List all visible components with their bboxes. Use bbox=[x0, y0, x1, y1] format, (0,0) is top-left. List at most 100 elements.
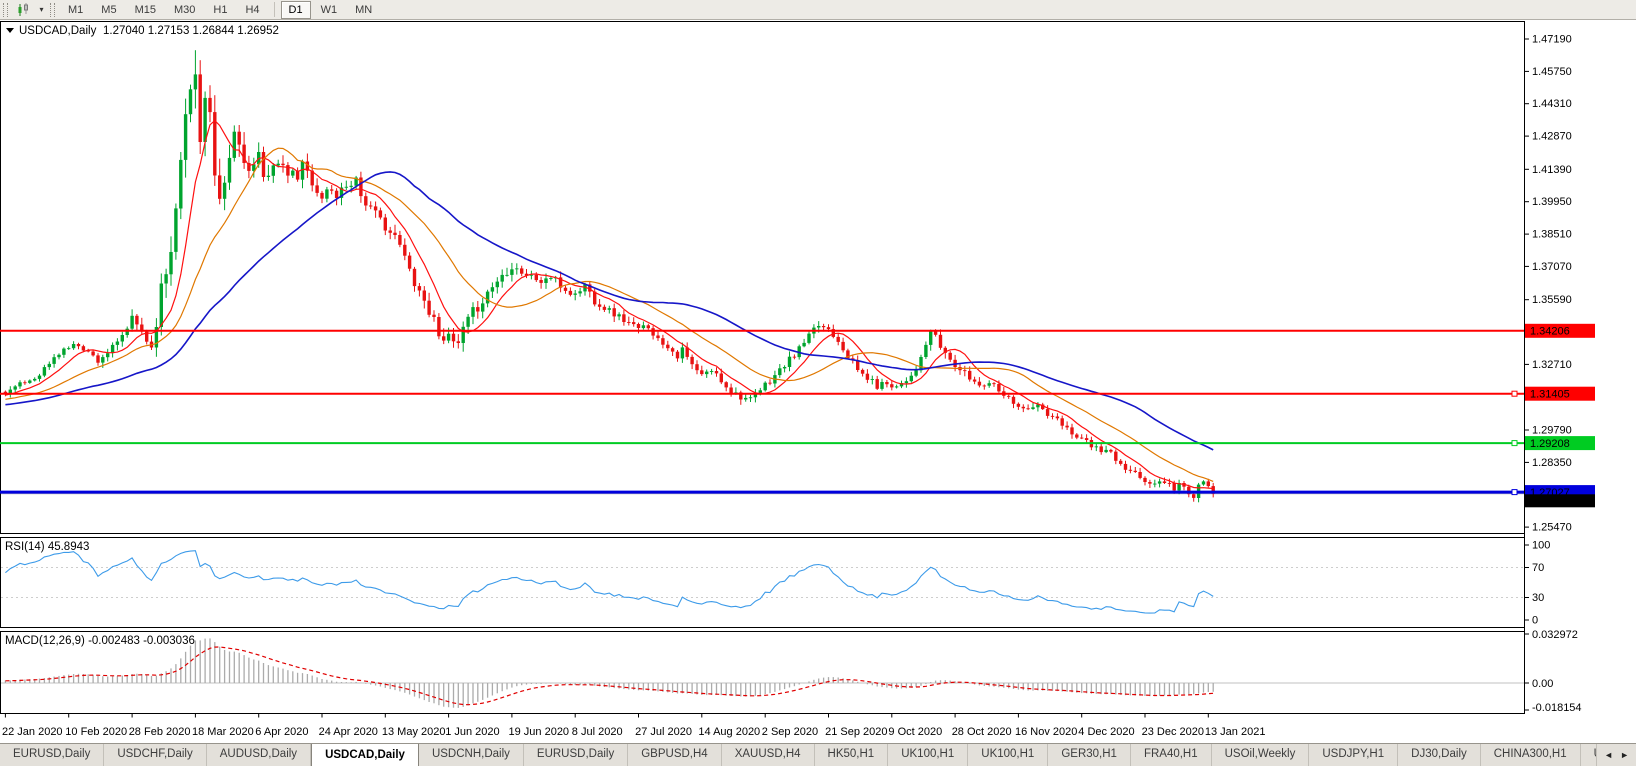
tab-eurusd-daily5[interactable]: EURUSD,Daily bbox=[524, 744, 629, 766]
candle-body bbox=[695, 364, 699, 371]
candle-body bbox=[393, 232, 397, 235]
candle-body bbox=[490, 287, 495, 292]
tab-usoil-17[interactable]: USOil, bbox=[1581, 744, 1597, 766]
timeframe-button-m5[interactable]: M5 bbox=[93, 1, 124, 19]
date-label: 4 Dec 2020 bbox=[1078, 726, 1134, 738]
candle-body bbox=[919, 357, 923, 371]
tab-fra40-h112[interactable]: FRA40,H1 bbox=[1131, 744, 1212, 766]
chart-canvas[interactable]: 1.47190 1.45750 1.44310 1.42870 1.41390 1.399… bbox=[0, 21, 1636, 743]
timeframe-button-mn[interactable]: MN bbox=[347, 1, 380, 19]
tab-usdjpy-h114[interactable]: USDJPY,H1 bbox=[1309, 744, 1399, 766]
candle-body bbox=[1026, 408, 1030, 410]
date-label: 28 Oct 2020 bbox=[952, 726, 1012, 738]
timeframe-button-m15[interactable]: M15 bbox=[127, 1, 164, 19]
candle-body bbox=[539, 280, 543, 283]
candle-body bbox=[636, 324, 641, 328]
rsi-level-label: 100 bbox=[1532, 540, 1550, 552]
candle-body bbox=[505, 274, 509, 276]
tabs-scroll-left-button[interactable]: ◄ bbox=[1604, 750, 1613, 760]
tab-audusd-daily2[interactable]: AUDUSD,Daily bbox=[207, 744, 312, 766]
candle-body bbox=[972, 379, 977, 382]
timeframe-button-d1[interactable]: D1 bbox=[280, 0, 311, 19]
candle-body bbox=[208, 97, 212, 113]
macd-axis-label: -0.018154 bbox=[1532, 702, 1582, 714]
toolbar-grip-2[interactable] bbox=[50, 2, 55, 17]
timeframe-button-h4[interactable]: H4 bbox=[237, 1, 267, 19]
tab-hk50-h18[interactable]: HK50,H1 bbox=[815, 744, 889, 766]
candle-body bbox=[466, 316, 470, 327]
timeframe-button-w1[interactable]: W1 bbox=[313, 1, 346, 19]
candle-body bbox=[373, 206, 378, 211]
main-chart-pane[interactable] bbox=[0, 21, 1525, 534]
timeframe-button-m30[interactable]: M30 bbox=[166, 1, 203, 19]
candle-body bbox=[261, 152, 266, 177]
candle-body bbox=[369, 205, 373, 207]
candle-body bbox=[218, 175, 222, 199]
candle-body bbox=[865, 373, 870, 380]
tab-scroll-controls: ◄ ► bbox=[1596, 744, 1636, 766]
tab-ger30-h111[interactable]: GER30,H1 bbox=[1048, 744, 1131, 766]
price-tick-label: 1.44310 bbox=[1532, 98, 1572, 110]
date-label: 8 Jul 2020 bbox=[572, 726, 623, 738]
candle-body bbox=[763, 382, 767, 391]
chart-mode-dropdown-caret[interactable]: ▾ bbox=[36, 1, 47, 18]
tab-uk100-h19[interactable]: UK100,H1 bbox=[888, 744, 969, 766]
tab-usdcnh-daily4[interactable]: USDCNH,Daily bbox=[419, 744, 524, 766]
tab-eurusd-daily0[interactable]: EURUSD,Daily bbox=[0, 744, 105, 766]
tab-dj30-daily15[interactable]: DJ30,Daily bbox=[1398, 744, 1481, 766]
hline-handle-1.27027[interactable] bbox=[1511, 489, 1518, 496]
price-tick-label: 1.38510 bbox=[1532, 229, 1572, 241]
candle-body bbox=[47, 363, 51, 368]
price-tick-label: 1.28350 bbox=[1532, 457, 1572, 469]
candle-body bbox=[836, 336, 840, 342]
tab-xauusd-h47[interactable]: XAUUSD,H4 bbox=[722, 744, 815, 766]
candle-body bbox=[632, 322, 636, 325]
candle-body bbox=[782, 367, 787, 369]
candle-body bbox=[407, 255, 412, 269]
date-label: 2 Sep 2020 bbox=[762, 726, 818, 738]
candle-body bbox=[183, 114, 188, 160]
candle-body bbox=[1128, 469, 1133, 471]
candle-body bbox=[890, 384, 894, 388]
candle-body bbox=[748, 397, 753, 399]
tab-gbpusd-h46[interactable]: GBPUSD,H4 bbox=[628, 744, 722, 766]
tabs-scroll-right-button[interactable]: ► bbox=[1620, 750, 1629, 760]
tab-usdcad-daily3[interactable]: USDCAD,Daily bbox=[311, 744, 419, 766]
chart-title-symbol: USDCAD,Daily bbox=[19, 25, 97, 37]
tab-china300-h116[interactable]: CHINA300,H1 bbox=[1481, 744, 1581, 766]
candle-body bbox=[729, 387, 733, 393]
candle-body bbox=[690, 356, 694, 365]
candle-body bbox=[291, 170, 295, 176]
candle-body bbox=[203, 97, 207, 142]
timeframe-button-m1[interactable]: M1 bbox=[60, 1, 91, 19]
price-tick-label: 1.42870 bbox=[1532, 131, 1572, 143]
candle-body bbox=[1045, 409, 1050, 416]
candle-body bbox=[968, 370, 972, 380]
hline-handle-1.31405[interactable] bbox=[1511, 390, 1518, 397]
toolbar-grip[interactable] bbox=[3, 2, 8, 17]
candle-body bbox=[666, 344, 670, 349]
candle-body bbox=[125, 328, 129, 335]
rsi-pane[interactable] bbox=[0, 537, 1525, 628]
candle-body bbox=[135, 315, 139, 325]
candle-body bbox=[880, 382, 884, 389]
candle-body bbox=[1065, 425, 1069, 428]
rsi-level-label: 30 bbox=[1532, 592, 1544, 604]
candle-body bbox=[875, 379, 879, 389]
price-tick-label: 1.37070 bbox=[1532, 261, 1572, 273]
candle-body bbox=[929, 331, 933, 345]
candle-body bbox=[661, 338, 665, 345]
candlestick-chart-icon[interactable] bbox=[12, 0, 36, 19]
tab-uk100-h110[interactable]: UK100,H1 bbox=[968, 744, 1049, 766]
candle-body bbox=[894, 386, 899, 388]
candle-body bbox=[1162, 481, 1167, 483]
tab-usoil-weekly13[interactable]: USOil,Weekly bbox=[1212, 744, 1310, 766]
candle-body bbox=[422, 290, 426, 301]
candle-body bbox=[948, 352, 952, 360]
timeframe-button-h1[interactable]: H1 bbox=[205, 1, 235, 19]
candle-body bbox=[1148, 482, 1152, 484]
candle-body bbox=[534, 274, 538, 281]
tab-usdchf-daily1[interactable]: USDCHF,Daily bbox=[104, 744, 207, 766]
candle-body bbox=[120, 335, 124, 342]
hline-handle-1.29208[interactable] bbox=[1511, 440, 1518, 447]
